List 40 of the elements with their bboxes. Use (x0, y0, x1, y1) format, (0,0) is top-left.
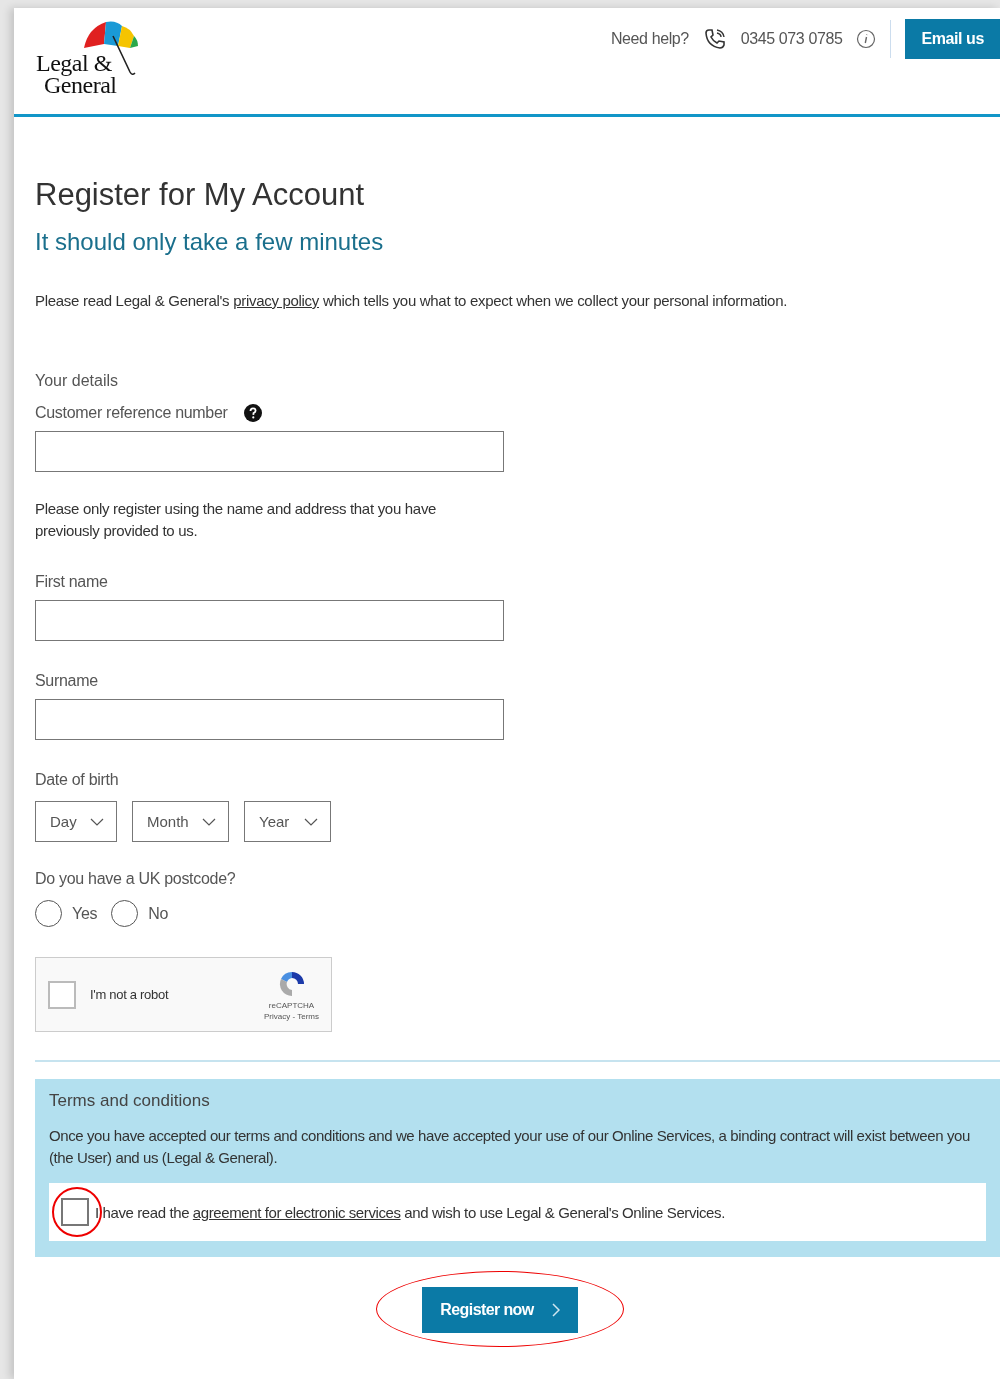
radio-label[interactable]: No (148, 904, 169, 923)
help-label: Need help? (610, 30, 689, 48)
input-field[interactable] (35, 431, 504, 472)
info-icon[interactable] (856, 29, 877, 49)
captcha-brand: reCAPTCHA (268, 1000, 315, 1010)
captcha-label: I'm not a robot (90, 987, 170, 1002)
email-button[interactable]: Email us (905, 19, 1000, 59)
input-field[interactable] (35, 600, 504, 641)
checkbox[interactable] (48, 980, 76, 1009)
privacy-notice: Please read Legal & General's privacy policy which tells you what to expect when we collect your personal information. (35, 291, 789, 311)
field-label: Surname (35, 672, 99, 690)
terms-title: Terms and conditions (49, 1091, 211, 1111)
checkbox[interactable] (61, 1198, 89, 1226)
date-select[interactable]: Year (244, 801, 331, 842)
date-select[interactable]: Month (132, 801, 229, 842)
field-label: Do you have a UK postcode? (35, 870, 237, 888)
chevron-down-icon (304, 817, 318, 826)
chevron-right-icon (551, 1303, 560, 1317)
phone-number[interactable]: 0345 073 0785 (740, 30, 843, 48)
chevron-down-icon (90, 817, 104, 826)
privacy-link[interactable]: privacy policy (233, 292, 319, 309)
captcha-links[interactable]: Privacy - Terms (264, 1011, 319, 1021)
input-field[interactable] (35, 699, 504, 740)
chevron-down-icon (202, 817, 216, 826)
section-title: Your details (35, 372, 120, 390)
register-button[interactable]: Register now (422, 1287, 578, 1333)
field-label: Date of birth (35, 771, 120, 789)
date-select[interactable]: Day (35, 801, 117, 842)
page-title: Register for My Account (35, 176, 366, 214)
field-label: Customer reference number (35, 404, 228, 422)
logo-text: Legal & (36, 52, 113, 74)
field-label: First name (35, 573, 109, 591)
page-subtitle: It should only take a few minutes (35, 227, 385, 257)
agreement-text: I have read the agreement for electronic services and wish to use Legal & General's Online Services. (95, 1203, 725, 1221)
phone-icon (702, 27, 727, 51)
terms-text: Once you have accepted our terms and conditions and we have accepted your use of our Online Services, a binding contract will exist between you (the User) and us (Legal & General). (49, 1126, 971, 1168)
radio-label[interactable]: Yes (72, 904, 98, 923)
register-note: Please only register using the name and address that you have previously provided to us. (35, 499, 438, 541)
agreement-link[interactable]: agreement for electronic services (192, 1203, 401, 1221)
help-icon[interactable] (243, 404, 262, 422)
